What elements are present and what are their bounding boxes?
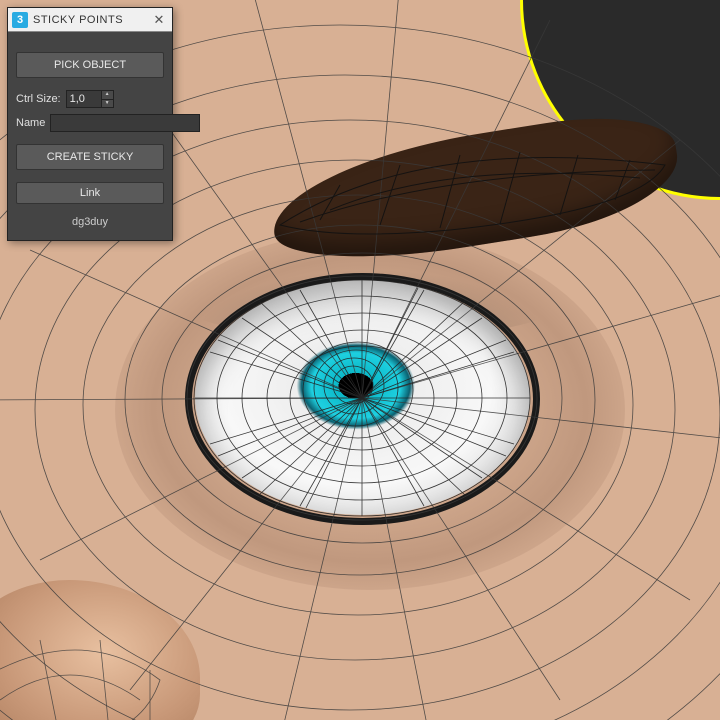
panel-body: PICK OBJECT Ctrl Size: ▲ ▼ Name CREATE S…: [8, 32, 172, 240]
eyelid-rim: [185, 273, 540, 525]
spinner-up-icon[interactable]: ▲: [102, 91, 113, 100]
panel-titlebar[interactable]: 3 STICKY POINTS ✕: [8, 8, 172, 32]
ctrl-size-spinner[interactable]: ▲ ▼: [66, 90, 114, 108]
name-row: Name: [16, 114, 164, 132]
pick-object-button[interactable]: PICK OBJECT: [16, 52, 164, 78]
app-icon: 3: [12, 12, 28, 28]
panel-title: STICKY POINTS: [33, 14, 150, 26]
nose-geometry: [0, 580, 200, 720]
link-button[interactable]: Link: [16, 182, 164, 204]
create-sticky-button[interactable]: CREATE STICKY: [16, 144, 164, 170]
spinner-down-icon[interactable]: ▼: [102, 100, 113, 108]
ctrl-size-input[interactable]: [67, 91, 101, 107]
close-icon[interactable]: ✕: [150, 11, 168, 29]
ctrl-size-row: Ctrl Size: ▲ ▼: [16, 90, 164, 108]
ctrl-size-label: Ctrl Size:: [16, 93, 61, 105]
author-label: dg3duy: [16, 216, 164, 228]
sticky-points-panel: 3 STICKY POINTS ✕ PICK OBJECT Ctrl Size:…: [7, 7, 173, 241]
name-input[interactable]: [50, 114, 200, 132]
name-label: Name: [16, 117, 45, 129]
